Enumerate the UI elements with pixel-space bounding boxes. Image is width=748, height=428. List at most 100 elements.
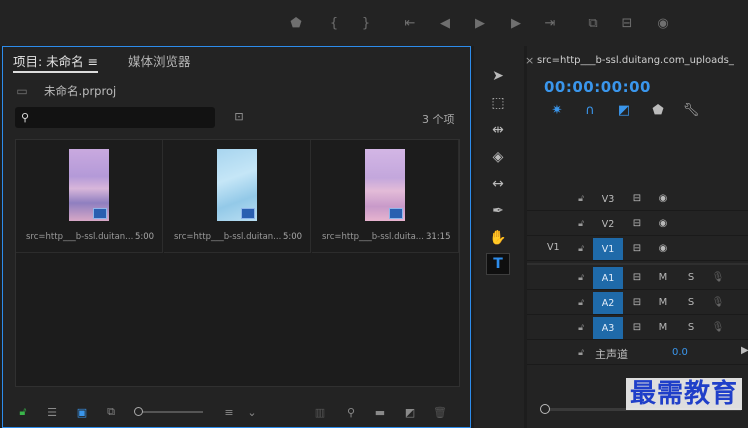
sync-lock-icon[interactable]: ⊟	[629, 270, 645, 284]
eye-icon[interactable]: ◉	[655, 191, 671, 205]
master-volume-value[interactable]: 0.0	[672, 347, 688, 358]
lock-icon[interactable]: 🔓︎	[575, 217, 587, 230]
source-patch-label[interactable]: V1	[547, 242, 560, 253]
master-track[interactable]: 🔓︎ 主声道 0.0 ▶	[527, 341, 748, 365]
hand-tool-icon[interactable]: ✋	[486, 227, 510, 249]
eye-icon[interactable]: ◉	[655, 216, 671, 230]
master-track-label: 主声道	[595, 348, 628, 361]
sync-lock-icon[interactable]: ⊟	[629, 241, 645, 255]
track-label[interactable]: A1	[593, 267, 623, 289]
solo-button[interactable]: S	[683, 295, 699, 309]
track-label[interactable]: V2	[593, 213, 623, 235]
sync-lock-icon[interactable]: ⊟	[629, 320, 645, 334]
watermark-logo: 最需教育	[625, 378, 742, 410]
new-search-bin-icon[interactable]: ⊡	[231, 109, 247, 123]
track-label[interactable]: A3	[593, 317, 623, 339]
find-icon[interactable]: ⚲	[342, 405, 360, 419]
mute-button[interactable]: M	[655, 295, 671, 309]
mark-out-icon[interactable]: }	[356, 13, 376, 33]
lock-icon[interactable]: 🔓︎	[575, 321, 587, 334]
new-item-icon[interactable]: ◩	[401, 405, 419, 419]
slip-tool-icon[interactable]: ↔	[486, 173, 510, 195]
automate-to-sequence-icon[interactable]: ▥	[311, 405, 329, 419]
sort-icon[interactable]: ≡	[220, 405, 238, 419]
marker-icon[interactable]: ⬟	[286, 13, 306, 33]
folder-icon: ▭	[16, 84, 28, 98]
scrollbar-handle[interactable]	[540, 404, 550, 414]
sync-lock-icon[interactable]: ⊟	[629, 216, 645, 230]
track-a1[interactable]: 🔓︎ A1 ⊟ M S 🎙︎	[527, 266, 748, 290]
sync-lock-icon[interactable]: ⊟	[629, 295, 645, 309]
nest-icon[interactable]: ✷	[549, 102, 565, 118]
linked-selection-icon[interactable]: ◩	[616, 102, 632, 118]
track-label[interactable]: A2	[593, 292, 623, 314]
microphone-icon[interactable]: 🎙︎	[710, 320, 726, 334]
video-badge-icon	[93, 208, 107, 219]
clip-duration: 5:00	[135, 232, 155, 242]
add-marker-icon[interactable]: ⬟	[650, 102, 666, 118]
go-to-out-icon[interactable]: ⇥	[540, 13, 560, 33]
go-to-in-icon[interactable]: ⇤	[400, 13, 420, 33]
eye-icon[interactable]: ◉	[655, 241, 671, 255]
snap-icon[interactable]: ∩	[582, 102, 598, 118]
lock-icon[interactable]: 🔓︎	[575, 242, 587, 255]
tab-sequence[interactable]: src=http___b-ssl.duitang.com_uploads_	[537, 55, 734, 66]
chevron-right-icon[interactable]: ▶	[741, 345, 748, 356]
item-count: 3 个项	[422, 113, 455, 126]
project-panel: 项目: 未命名 ≡ 媒体浏览器 ▭ 未命名.prproj ⚲ ⊡ 3 个项 sr…	[2, 46, 471, 428]
lock-icon[interactable]: 🔓︎	[575, 271, 587, 284]
close-icon[interactable]: ×	[525, 54, 535, 67]
clip-item[interactable]: src=http___b-ssl.duita... 31:15	[312, 140, 459, 253]
mute-button[interactable]: M	[655, 320, 671, 334]
tab-media-browser[interactable]: 媒体浏览器	[128, 53, 191, 73]
track-v1[interactable]: V1 🔓︎ V1 ⊟ ◉	[527, 237, 748, 261]
mute-button[interactable]: M	[655, 270, 671, 284]
clip-item[interactable]: src=http___b-ssl.duitan... 5:00	[16, 140, 163, 253]
selection-tool-icon[interactable]: ➤	[486, 65, 510, 87]
zoom-slider[interactable]	[135, 411, 203, 413]
lock-icon[interactable]: 🔓︎	[575, 296, 587, 309]
list-view-icon[interactable]: ☰	[43, 405, 61, 419]
lock-icon[interactable]: 🔓︎	[575, 346, 587, 359]
project-file-name: 未命名.prproj	[44, 84, 117, 98]
step-back-icon[interactable]: ◀	[435, 13, 455, 33]
icon-view-icon[interactable]: ▣	[73, 405, 91, 419]
lock-icon[interactable]: 🔓︎	[14, 405, 32, 419]
play-icon[interactable]: ▶	[470, 13, 490, 33]
pen-tool-icon[interactable]: ✒	[486, 200, 510, 222]
chevron-down-icon[interactable]: ⌄	[243, 405, 261, 419]
type-tool-icon[interactable]: T	[486, 253, 510, 275]
track-v3[interactable]: 🔓︎ V3 ⊟ ◉	[527, 187, 748, 211]
trash-icon[interactable]: 🗑︎	[431, 405, 449, 419]
ripple-edit-tool-icon[interactable]: ⇹	[486, 119, 510, 141]
sync-lock-icon[interactable]: ⊟	[629, 191, 645, 205]
track-select-tool-icon[interactable]: ⬚	[486, 92, 510, 114]
new-bin-icon[interactable]: ▬	[371, 405, 389, 419]
search-input[interactable]: ⚲	[15, 107, 215, 128]
razor-tool-icon[interactable]: ◈	[486, 146, 510, 168]
zoom-slider-handle[interactable]	[134, 407, 143, 416]
clip-item[interactable]: src=http___b-ssl.duitan... 5:00	[164, 140, 311, 253]
freeform-view-icon[interactable]: ⧉	[102, 405, 120, 419]
mark-in-icon[interactable]: {	[324, 13, 344, 33]
lock-icon[interactable]: 🔓︎	[575, 192, 587, 205]
transport-bar: ⬟ { } ⇤ ◀ ▶ ▶ ⇥ ⧉ ⊟ ◉	[0, 0, 748, 46]
microphone-icon[interactable]: 🎙︎	[710, 295, 726, 309]
step-forward-icon[interactable]: ▶	[506, 13, 526, 33]
solo-button[interactable]: S	[683, 270, 699, 284]
overwrite-icon[interactable]: ⊟	[617, 13, 637, 33]
insert-icon[interactable]: ⧉	[583, 13, 603, 33]
track-divider[interactable]	[527, 263, 748, 265]
solo-button[interactable]: S	[683, 320, 699, 334]
track-label[interactable]: V3	[593, 188, 623, 210]
track-v2[interactable]: 🔓︎ V2 ⊟ ◉	[527, 212, 748, 236]
panel-menu-icon[interactable]: ≡	[88, 54, 98, 69]
timecode-display[interactable]: 00:00:00:00	[544, 78, 651, 96]
track-a3[interactable]: 🔓︎ A3 ⊟ M S 🎙︎	[527, 316, 748, 340]
tab-project[interactable]: 项目: 未命名 ≡	[13, 53, 99, 73]
microphone-icon[interactable]: 🎙︎	[710, 270, 726, 284]
track-a2[interactable]: 🔓︎ A2 ⊟ M S 🎙︎	[527, 291, 748, 315]
export-frame-icon[interactable]: ◉	[653, 13, 673, 33]
wrench-icon[interactable]: 🔧︎	[683, 102, 700, 118]
track-label[interactable]: V1	[593, 238, 623, 260]
